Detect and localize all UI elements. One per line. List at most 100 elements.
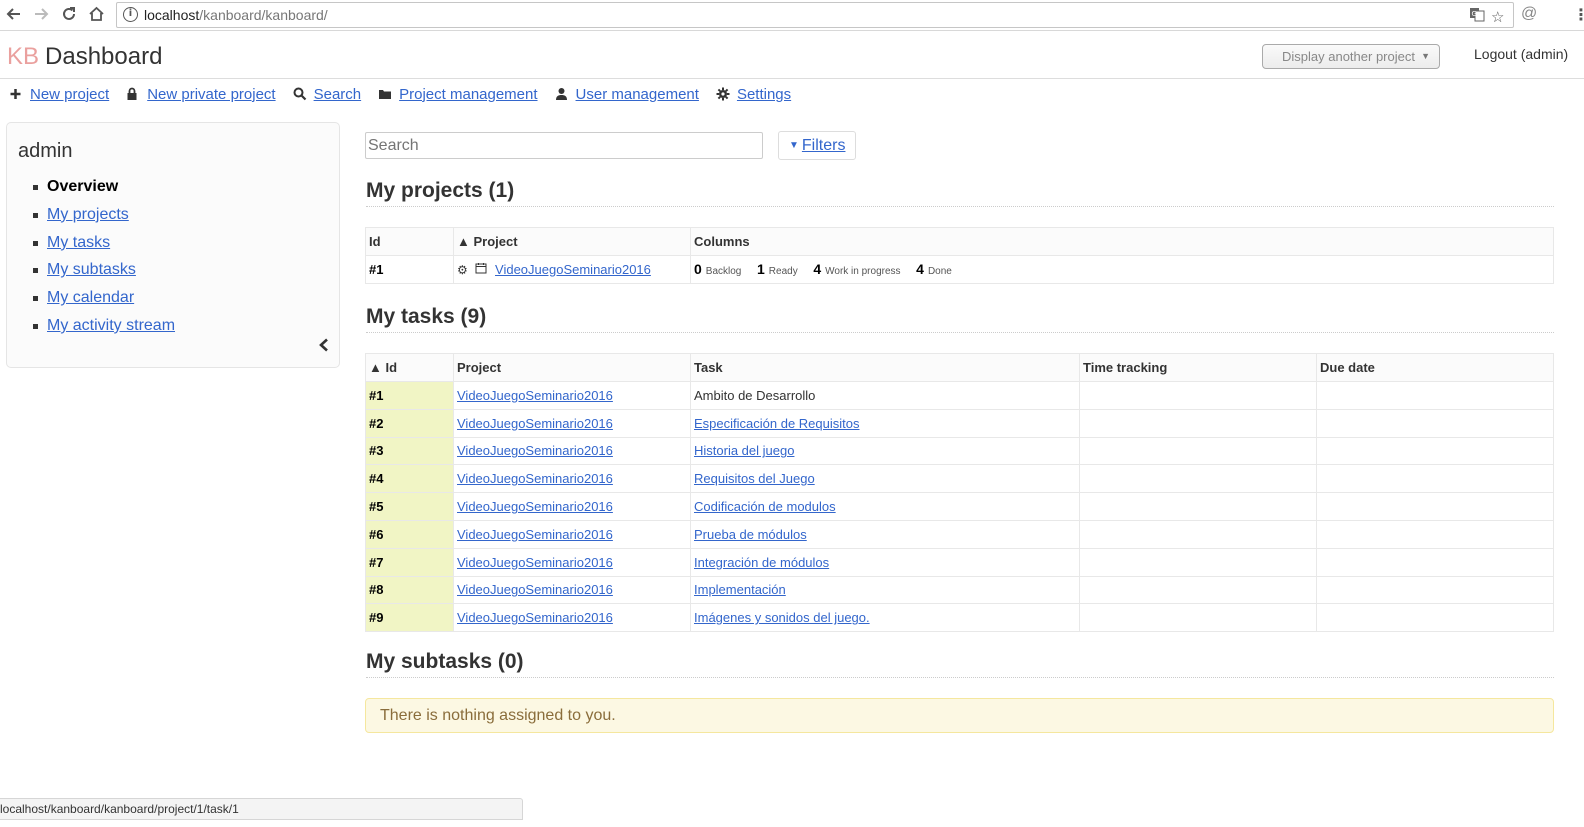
task-title-link[interactable]: Codificación de modulos [694, 499, 836, 514]
due-date-cell [1316, 408, 1554, 438]
column-header: Columns [690, 227, 1554, 256]
project-select-dropdown[interactable]: Display another project ▼ [1262, 44, 1440, 69]
task-project-link[interactable]: VideoJuegoSeminario2016 [457, 527, 613, 542]
menu-settings: Settings [716, 84, 791, 104]
table-row: #3 VideoJuegoSeminario2016 Historia del … [365, 436, 1554, 466]
task-project-cell: VideoJuegoSeminario2016 [453, 519, 691, 549]
task-title-link[interactable]: Imágenes y sonidos del juego. [694, 610, 870, 625]
extension-icon[interactable]: @ [1521, 5, 1537, 23]
task-project-cell: VideoJuegoSeminario2016 [453, 492, 691, 521]
column-header: Time tracking [1079, 353, 1317, 382]
link-status-bar: localhost/kanboard/kanboard/project/1/ta… [0, 798, 523, 820]
sidebar-item-label[interactable]: My calendar [47, 289, 134, 306]
browser-toolbar: i localhost/kanboard/kanboard/ G ☆ @ ⋮ [0, 0, 1584, 31]
home-icon[interactable] [86, 5, 106, 25]
url-path: /kanboard/kanboard/ [199, 7, 328, 23]
calendar-icon[interactable] [475, 262, 487, 277]
sidebar-item-label[interactable]: My projects [47, 206, 129, 223]
task-project-link[interactable]: VideoJuegoSeminario2016 [457, 499, 613, 514]
due-date-cell [1316, 519, 1554, 549]
due-date-cell [1316, 381, 1554, 410]
task-id[interactable]: #3 [365, 436, 454, 466]
task-title-link[interactable]: Implementación [694, 582, 786, 597]
address-bar[interactable]: i localhost/kanboard/kanboard/ G ☆ [116, 2, 1514, 28]
filters-button[interactable]: ▼ Filters [778, 131, 856, 160]
menu-new-project: New project [9, 84, 109, 104]
task-id[interactable]: #1 [365, 381, 454, 410]
task-id[interactable]: #2 [365, 408, 454, 438]
task-project-link[interactable]: VideoJuegoSeminario2016 [457, 582, 613, 597]
task-project-link[interactable]: VideoJuegoSeminario2016 [457, 610, 613, 625]
task-project-link[interactable]: VideoJuegoSeminario2016 [457, 416, 613, 431]
collapse-sidebar-icon[interactable] [318, 336, 330, 357]
columns-cell: 0 Backlog 1 Ready 4 Work in progress 4 Done [690, 255, 1554, 284]
logo[interactable]: KB [7, 43, 39, 70]
column-header[interactable]: ▲ Id [365, 353, 454, 382]
task-project-link[interactable]: VideoJuegoSeminario2016 [457, 443, 613, 458]
user-management-link[interactable]: User management [576, 86, 699, 103]
logout-link[interactable]: Logout [1474, 46, 1517, 62]
task-project-link[interactable]: VideoJuegoSeminario2016 [457, 388, 613, 403]
divider [366, 332, 1554, 333]
star-icon[interactable]: ☆ [1491, 6, 1504, 30]
translate-icon[interactable]: G [1469, 6, 1485, 30]
sidebar-item-my-tasks: My tasks [31, 231, 175, 259]
due-date-cell [1316, 436, 1554, 466]
task-project-cell: VideoJuegoSeminario2016 [453, 464, 691, 494]
new-project-link[interactable]: New project [30, 86, 109, 103]
table-header-row: Id ▲ Project Columns [365, 227, 1554, 256]
app-header: KB Dashboard Display another project ▼ Lo… [0, 32, 1584, 79]
menu-project-management: Project management [378, 84, 538, 104]
task-title-link[interactable]: Especificación de Requisitos [694, 416, 859, 431]
forward-arrow-icon[interactable] [31, 5, 51, 25]
task-title-link[interactable]: Prueba de módulos [694, 527, 807, 542]
task-project-link[interactable]: VideoJuegoSeminario2016 [457, 555, 613, 570]
search-input[interactable] [365, 132, 763, 159]
sidebar-item-my-projects: My projects [31, 203, 175, 231]
sidebar-item-label[interactable]: My tasks [47, 234, 110, 251]
table-row: #1 ⚙ VideoJuegoSeminario2016 0 Backlog 1R… [365, 255, 1554, 284]
sidebar-item-my-activity-stream: My activity stream [31, 314, 175, 342]
column-header[interactable]: Due date [1316, 353, 1554, 382]
task-title: Ambito de Desarrollo [694, 387, 816, 403]
settings-link[interactable]: Settings [737, 86, 791, 103]
task-id[interactable]: #9 [365, 603, 454, 633]
project-cell: ⚙ VideoJuegoSeminario2016 [453, 255, 691, 284]
task-id[interactable]: #7 [365, 547, 454, 577]
search-link[interactable]: Search [314, 86, 362, 103]
time-tracking-cell [1079, 603, 1317, 633]
task-title-cell: Implementación [690, 575, 1080, 605]
task-id[interactable]: #6 [365, 519, 454, 549]
task-id[interactable]: #8 [365, 575, 454, 605]
filters-link[interactable]: Filters [802, 137, 846, 154]
due-date-cell [1316, 575, 1554, 605]
search-icon [293, 87, 307, 101]
task-id[interactable]: #4 [365, 464, 454, 494]
column-header[interactable]: ▲ Project [453, 227, 691, 256]
column-name: Ready [768, 266, 798, 278]
task-project-link[interactable]: VideoJuegoSeminario2016 [457, 471, 613, 486]
column-header[interactable]: Id [365, 227, 454, 256]
subtasks-section-title: My subtasks (0) [366, 650, 524, 673]
user-icon [555, 87, 569, 101]
sidebar-item-label[interactable]: My activity stream [47, 317, 175, 334]
task-title-link[interactable]: Requisitos del Juego [694, 471, 815, 486]
project-management-link[interactable]: Project management [399, 86, 537, 103]
task-id[interactable]: #5 [365, 492, 454, 521]
column-header[interactable]: Project [453, 353, 691, 382]
time-tracking-cell [1079, 547, 1317, 577]
sidebar-nav: Overview My projects My tasks My subtask… [31, 175, 175, 342]
sidebar-item-label[interactable]: My subtasks [47, 261, 136, 278]
gear-icon[interactable]: ⚙ [457, 263, 468, 277]
task-title-link[interactable]: Integración de módulos [694, 555, 829, 570]
back-arrow-icon[interactable] [4, 5, 24, 25]
sidebar-item-my-subtasks: My subtasks [31, 258, 175, 286]
reload-icon[interactable] [59, 5, 79, 25]
info-icon[interactable]: i [123, 7, 138, 22]
project-link[interactable]: VideoJuegoSeminario2016 [495, 262, 651, 277]
sidebar-item-overview[interactable]: Overview [31, 175, 175, 203]
task-title-link[interactable]: Historia del juego [694, 443, 794, 458]
new-private-project-link[interactable]: New private project [147, 86, 275, 103]
browser-menu-icon[interactable]: ⋮ [1573, 5, 1584, 25]
column-header[interactable]: Task [690, 353, 1080, 382]
